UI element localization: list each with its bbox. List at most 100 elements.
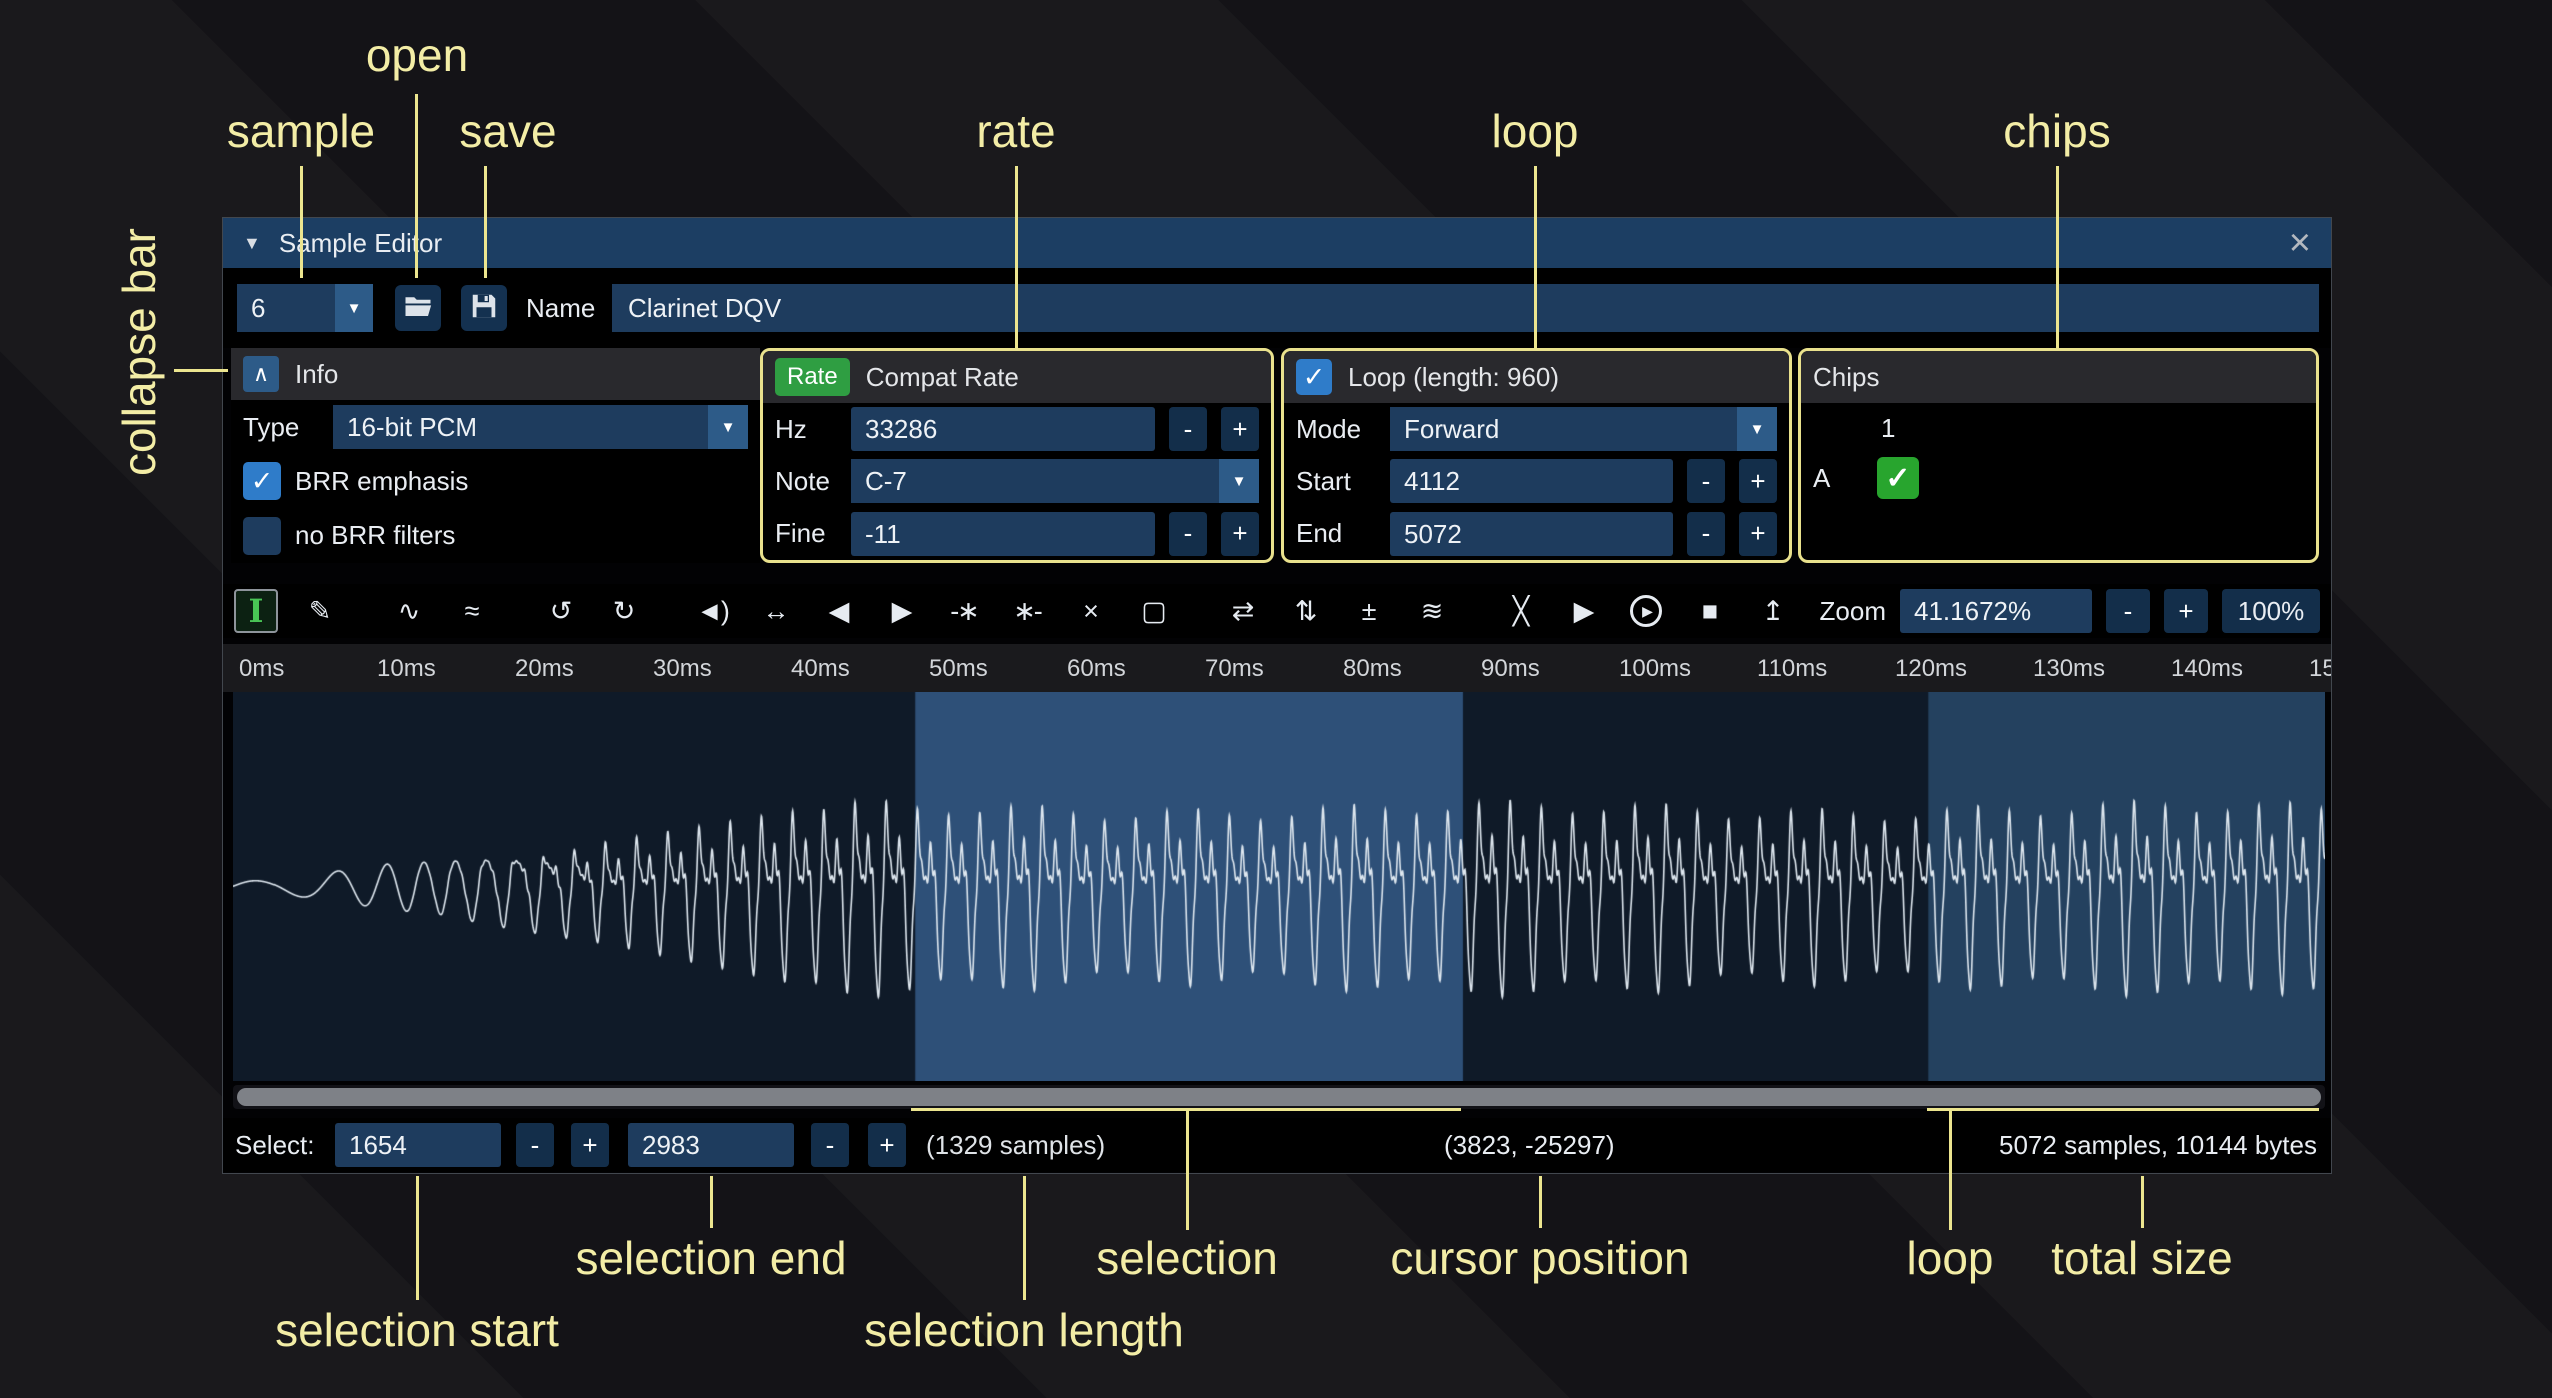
check-icon: ✓ — [1303, 362, 1326, 393]
window-titlebar[interactable]: ▼ Sample Editor × — [223, 218, 2331, 268]
brr-emphasis-checkbox[interactable]: ✓ — [243, 462, 281, 500]
waveform-canvas[interactable] — [233, 692, 2325, 1081]
trim-icon[interactable]: ▢ — [1131, 589, 1175, 633]
annotation-line — [416, 1176, 419, 1300]
chevron-down-icon[interactable]: ▼ — [708, 405, 748, 449]
zoom-reset-button[interactable]: 100% — [2222, 589, 2320, 633]
sample-name-input[interactable]: Clarinet DQV — [612, 284, 2319, 332]
time-ruler[interactable]: 0ms10ms20ms30ms40ms50ms60ms70ms80ms90ms1… — [223, 644, 2331, 692]
loop-end-input[interactable]: 5072 — [1390, 512, 1673, 556]
annotation-total-size: total size — [2051, 1231, 2233, 1285]
hz-input[interactable]: 33286 — [851, 407, 1155, 451]
sample-number-value: 6 — [237, 284, 335, 332]
annotation-rate: rate — [976, 104, 1055, 158]
window-collapse-icon[interactable]: ▼ — [243, 233, 261, 254]
fade-out-icon[interactable]: ▶ — [879, 589, 923, 633]
create-instrument-icon[interactable]: ↥ — [1750, 589, 1794, 633]
select-mode-icon[interactable]: I — [234, 589, 278, 633]
open-sample-button[interactable] — [395, 285, 441, 331]
fine-decrease-button[interactable]: - — [1169, 512, 1207, 556]
preview-sample-map-icon[interactable]: ▶ — [1624, 589, 1668, 633]
hz-increase-button[interactable]: + — [1221, 407, 1259, 451]
insert-silence-icon[interactable]: -∗ — [942, 589, 986, 633]
loop-mode-row: Mode Forward ▼ — [1284, 403, 1789, 455]
zoom-out-button[interactable]: - — [2106, 589, 2150, 633]
undo-icon[interactable]: ↺ — [538, 589, 582, 633]
collapse-bar-button[interactable]: ∧ — [243, 356, 279, 392]
chevron-up-icon: ∧ — [253, 361, 269, 387]
loop-start-decrease-button[interactable]: - — [1687, 459, 1725, 503]
delete-icon[interactable]: × — [1068, 589, 1112, 633]
ruler-label: 70ms — [1205, 655, 1264, 683]
selection-end-input[interactable]: 2983 — [628, 1123, 794, 1167]
preview-sample-icon[interactable]: ▶ — [1561, 589, 1605, 633]
close-icon[interactable]: × — [2289, 224, 2311, 262]
ruler-label: 130ms — [2033, 655, 2105, 683]
brr-emphasis-row: ✓ BRR emphasis — [231, 454, 760, 508]
selection-end-decrease-button[interactable]: - — [811, 1123, 849, 1167]
ruler-label: 60ms — [1067, 655, 1126, 683]
redo-icon[interactable]: ↻ — [601, 589, 645, 633]
annotation-save: save — [459, 104, 556, 158]
loop-end-increase-button[interactable]: + — [1739, 512, 1777, 556]
cursor-position-text: (3823, -25297) — [1444, 1118, 1615, 1172]
loop-start-increase-button[interactable]: + — [1739, 459, 1777, 503]
zoom-in-button[interactable]: + — [2164, 589, 2208, 633]
note-select[interactable]: C-7 ▼ — [851, 459, 1259, 503]
loop-mode-select[interactable]: Forward ▼ — [1390, 407, 1777, 451]
no-brr-filters-checkbox[interactable] — [243, 517, 281, 555]
folder-open-icon — [403, 291, 433, 326]
draw-mode-icon[interactable]: ✎ — [297, 589, 341, 633]
fade-in-icon[interactable]: ◀ — [816, 589, 860, 633]
annotation-loop-region: loop — [1907, 1231, 1994, 1285]
resample-icon[interactable]: ≈ — [449, 589, 493, 633]
selection-length-text: (1329 samples) — [926, 1118, 1105, 1172]
type-select[interactable]: 16-bit PCM ▼ — [333, 405, 748, 449]
annotation-line — [174, 369, 228, 372]
ruler-label: 110ms — [1757, 655, 1827, 683]
brr-emphasis-label: BRR emphasis — [295, 466, 468, 497]
resize-icon[interactable]: ∿ — [386, 589, 430, 633]
selection-status-bar: Select: 1654 - + 2983 - + (1329 samples)… — [223, 1118, 2331, 1172]
save-sample-button[interactable] — [461, 285, 507, 331]
zoom-input[interactable]: 41.1672% — [1900, 589, 2092, 633]
ruler-label: 0ms — [239, 655, 284, 683]
fine-input[interactable]: -11 — [851, 512, 1155, 556]
fine-increase-button[interactable]: + — [1221, 512, 1259, 556]
selection-start-increase-button[interactable]: + — [571, 1123, 609, 1167]
selection-start-input[interactable]: 1654 — [335, 1123, 501, 1167]
loop-end-decrease-button[interactable]: - — [1687, 512, 1725, 556]
no-brr-filters-label: no BRR filters — [295, 520, 455, 551]
type-value: 16-bit PCM — [333, 405, 708, 449]
loop-enable-checkbox[interactable]: ✓ — [1296, 359, 1332, 395]
selection-end-increase-button[interactable]: + — [868, 1123, 906, 1167]
scrollbar-thumb[interactable] — [237, 1088, 2321, 1106]
chevron-down-icon[interactable]: ▼ — [1219, 459, 1259, 503]
chips-panel-title: Chips — [1813, 362, 1879, 393]
waveform-scrollbar[interactable] — [233, 1085, 2325, 1109]
normalize-icon[interactable]: ↔ — [753, 589, 797, 633]
filter-icon[interactable]: ≋ — [1409, 589, 1453, 633]
fine-label: Fine — [775, 518, 837, 549]
invert-icon[interactable]: ⇅ — [1283, 589, 1327, 633]
reverse-icon[interactable]: ⇄ — [1220, 589, 1264, 633]
selection-start-decrease-button[interactable]: - — [516, 1123, 554, 1167]
chip-row-label: A — [1813, 463, 1830, 494]
loop-start-input[interactable]: 4112 — [1390, 459, 1673, 503]
chip-enable-checkbox[interactable]: ✓ — [1877, 457, 1919, 499]
chevron-down-icon[interactable]: ▼ — [335, 284, 373, 332]
apply-silence-icon[interactable]: ∗- — [1005, 589, 1049, 633]
note-label: Note — [775, 466, 837, 497]
signedness-icon[interactable]: ± — [1346, 589, 1390, 633]
annotation-loop: loop — [1492, 104, 1579, 158]
loop-start-label: Start — [1296, 466, 1376, 497]
chevron-down-icon[interactable]: ▼ — [1737, 407, 1777, 451]
amplify-icon[interactable]: ◄) — [690, 589, 734, 633]
loop-panel-header: ✓ Loop (length: 960) — [1284, 351, 1789, 403]
annotation-selection-end: selection end — [575, 1231, 846, 1285]
stop-preview-icon[interactable]: ■ — [1687, 589, 1731, 633]
hz-decrease-button[interactable]: - — [1169, 407, 1207, 451]
loop-panel-title: Loop (length: 960) — [1348, 362, 1559, 393]
sample-number-select[interactable]: 6 ▼ — [237, 284, 373, 332]
crossfade-loop-icon[interactable]: ╳ — [1498, 589, 1542, 633]
